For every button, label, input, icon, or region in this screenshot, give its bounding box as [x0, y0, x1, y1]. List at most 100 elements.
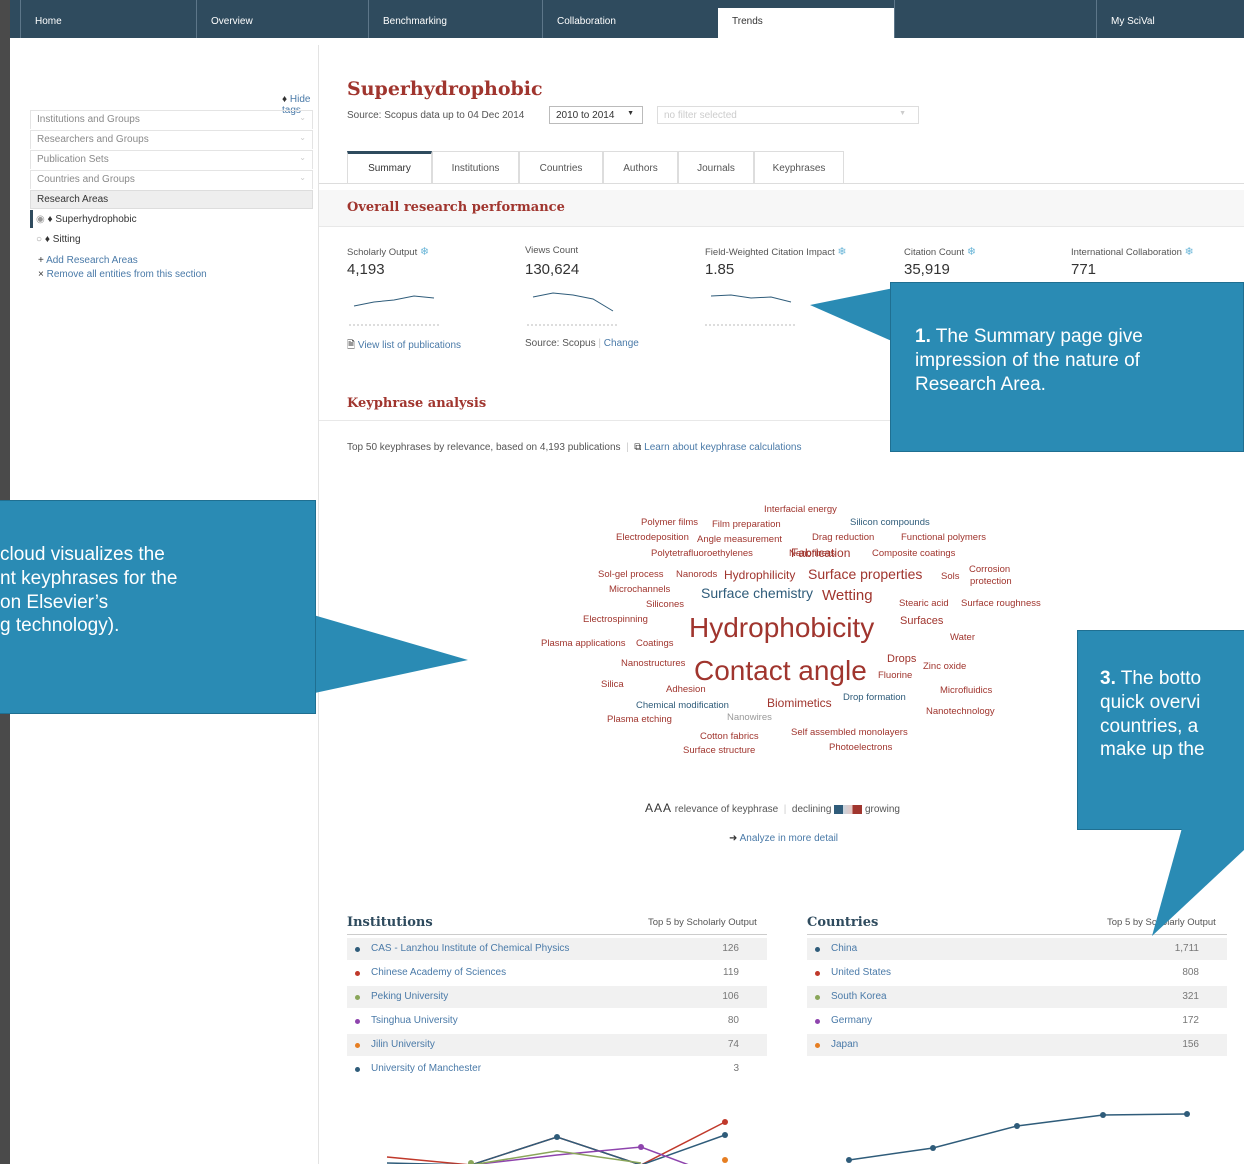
tab-summary[interactable]: Summary — [347, 151, 432, 183]
keyphrase-word[interactable]: Microchannels — [609, 585, 670, 595]
keyphrase-word[interactable]: Nanotechnology — [926, 707, 995, 717]
keyphrase-word[interactable]: Corrosion — [969, 565, 1010, 575]
change-source-link[interactable]: Change — [604, 338, 639, 349]
keyphrase-word[interactable]: Sols — [941, 572, 959, 582]
sidebar-section-countries[interactable]: Countries and Groups ⌄ — [30, 170, 313, 189]
keyphrase-word[interactable]: Drop formation — [843, 693, 906, 703]
keyphrase-word[interactable]: Coatings — [636, 639, 674, 649]
tab-keyphrases[interactable]: Keyphrases — [754, 151, 844, 183]
table-row[interactable]: China 1,711 — [807, 938, 1227, 960]
nav-collaboration[interactable]: Collaboration — [542, 0, 718, 38]
keyphrase-word[interactable]: Surfaces — [900, 616, 943, 627]
table-row[interactable]: Germany 172 — [807, 1010, 1227, 1032]
keyphrase-word[interactable]: Composite coatings — [872, 549, 955, 559]
sidebar-section-institutions[interactable]: Institutions and Groups ⌄ — [30, 110, 313, 129]
keyphrase-word[interactable]: Electrodeposition — [616, 533, 689, 543]
year-range-select[interactable]: 2010 to 2014 ▼ — [549, 106, 643, 124]
selected-indicator — [30, 210, 33, 228]
keyphrase-word[interactable]: Plasma applications — [541, 639, 626, 649]
nav-my-scival[interactable]: My SciVal — [1096, 0, 1244, 38]
sidebar-section-label: Countries and Groups — [37, 174, 135, 185]
nav-overview[interactable]: Overview — [196, 0, 368, 38]
table-row[interactable]: Jilin University 74 — [347, 1034, 767, 1056]
table-row[interactable]: Tsinghua University 80 — [347, 1010, 767, 1032]
keyphrase-word[interactable]: Functional polymers — [901, 533, 986, 543]
filter-select[interactable]: no filter selected ▼ — [657, 106, 919, 124]
table-row[interactable]: South Korea 321 — [807, 986, 1227, 1008]
keyphrase-word[interactable]: Cotton fabrics — [700, 732, 759, 742]
metric-intl-collab-value: 771 — [1071, 261, 1097, 278]
analyze-more-link[interactable]: ➜ Analyze in more detail — [729, 833, 838, 844]
keyphrase-word[interactable]: Plasma etching — [607, 715, 672, 725]
snowflake-icon[interactable]: ❄ — [1185, 246, 1194, 258]
close-icon: × — [38, 269, 44, 280]
keyphrase-word[interactable]: Nanorods — [676, 570, 717, 580]
keyphrase-word[interactable]: Fluorine — [878, 671, 912, 681]
keyphrase-word[interactable]: Silica — [601, 680, 624, 690]
keyphrase-word[interactable]: Contact angle — [694, 657, 867, 685]
keyphrase-word[interactable]: Nanostructures — [621, 659, 685, 669]
keyphrase-word[interactable]: Surface properties — [808, 567, 922, 581]
keyphrase-word[interactable]: Hydrophilicity — [724, 569, 795, 581]
keyphrase-word[interactable]: Stearic acid — [899, 599, 949, 609]
metric-citation-count-value: 35,919 — [904, 261, 950, 278]
keyphrase-word[interactable]: Self assembled monolayers — [791, 728, 908, 738]
keyphrase-word[interactable]: Surface structure — [683, 746, 755, 756]
keyphrase-word[interactable]: Silicones — [646, 600, 684, 610]
nav-trends[interactable]: Trends — [718, 8, 894, 38]
snowflake-icon[interactable]: ❄ — [837, 246, 846, 258]
tag-icon: ♦ — [282, 94, 288, 105]
tab-institutions[interactable]: Institutions — [432, 151, 519, 183]
keyphrase-word[interactable]: Surface roughness — [961, 599, 1041, 609]
keyphrase-word[interactable]: Surface chemistry — [701, 586, 813, 600]
keyphrase-word[interactable]: Angle measurement — [697, 535, 782, 545]
keyphrase-word[interactable]: protection — [970, 577, 1012, 587]
row-value: 808 — [1182, 967, 1199, 978]
keyphrase-word[interactable]: Electrospinning — [583, 615, 648, 625]
keyphrase-word[interactable]: Water — [950, 633, 975, 643]
keyphrase-word[interactable]: Drops — [887, 654, 916, 665]
keyphrase-word[interactable]: Wetting — [822, 588, 873, 603]
nav-benchmarking[interactable]: Benchmarking — [368, 0, 542, 38]
tab-countries[interactable]: Countries — [519, 151, 603, 183]
countries-trend-chart — [846, 1111, 1190, 1163]
table-row[interactable]: CAS - Lanzhou Institute of Chemical Phys… — [347, 938, 767, 960]
table-row[interactable]: United States 808 — [807, 962, 1227, 984]
caret-down-icon: ▼ — [899, 110, 906, 117]
nav-home[interactable]: Home — [20, 0, 196, 38]
view-publications-link[interactable]: 🗎 View list of publications — [347, 338, 461, 355]
table-row[interactable]: Chinese Academy of Sciences 119 — [347, 962, 767, 984]
add-research-areas-link[interactable]: + Add Research Areas — [38, 255, 138, 266]
tab-authors[interactable]: Authors — [603, 151, 678, 183]
keyphrase-word[interactable]: Sol-gel process — [598, 570, 663, 580]
keyphrase-word[interactable]: Drag reduction — [812, 533, 874, 543]
keyphrase-word[interactable]: Nanowires — [727, 713, 772, 723]
sidebar-item-superhydrophobic[interactable]: ◉ ♦ Superhydrophobic — [36, 214, 137, 225]
keyphrase-word[interactable]: Zinc oxide — [923, 662, 966, 672]
keyphrase-word[interactable]: Polytetrafluoroethylenes — [651, 549, 753, 559]
sidebar-section-researchers[interactable]: Researchers and Groups ⌄ — [30, 130, 313, 149]
sidebar-item-sitting[interactable]: ○ ♦ Sitting — [36, 234, 81, 245]
tab-journals[interactable]: Journals — [678, 151, 754, 183]
sidebar-section-research-areas[interactable]: Research Areas — [30, 190, 313, 209]
keyphrase-word[interactable]: Microfluidics — [940, 686, 992, 696]
keyphrase-word[interactable]: Polymer films — [641, 518, 698, 528]
keyphrase-word[interactable]: Biomimetics — [767, 697, 832, 709]
table-row[interactable]: Peking University 106 — [347, 986, 767, 1008]
snowflake-icon[interactable]: ❄ — [420, 246, 429, 258]
keyphrase-word[interactable]: Hydrophobicity — [689, 614, 874, 642]
remove-all-link[interactable]: × Remove all entities from this section — [38, 269, 207, 280]
keyphrase-word[interactable]: Silicon compounds — [850, 518, 930, 528]
sidebar-section-publication-sets[interactable]: Publication Sets ⌄ — [30, 150, 313, 169]
keyphrase-word[interactable]: Adhesion — [666, 685, 706, 695]
keyphrase-word[interactable]: Fabrication — [791, 547, 850, 559]
learn-keyphrase-link[interactable]: Learn about keyphrase calculations — [644, 442, 801, 453]
table-row[interactable]: University of Manchester 3 — [347, 1058, 767, 1080]
keyphrase-word[interactable]: Film preparation — [712, 520, 781, 530]
snowflake-icon[interactable]: ❄ — [967, 246, 976, 258]
chevron-down-icon: ⌄ — [299, 153, 306, 162]
keyphrase-word[interactable]: Interfacial energy — [764, 505, 837, 515]
keyphrase-word[interactable]: Photoelectrons — [829, 743, 892, 753]
keyphrase-word[interactable]: Chemical modification — [636, 701, 729, 711]
table-row[interactable]: Japan 156 — [807, 1034, 1227, 1056]
